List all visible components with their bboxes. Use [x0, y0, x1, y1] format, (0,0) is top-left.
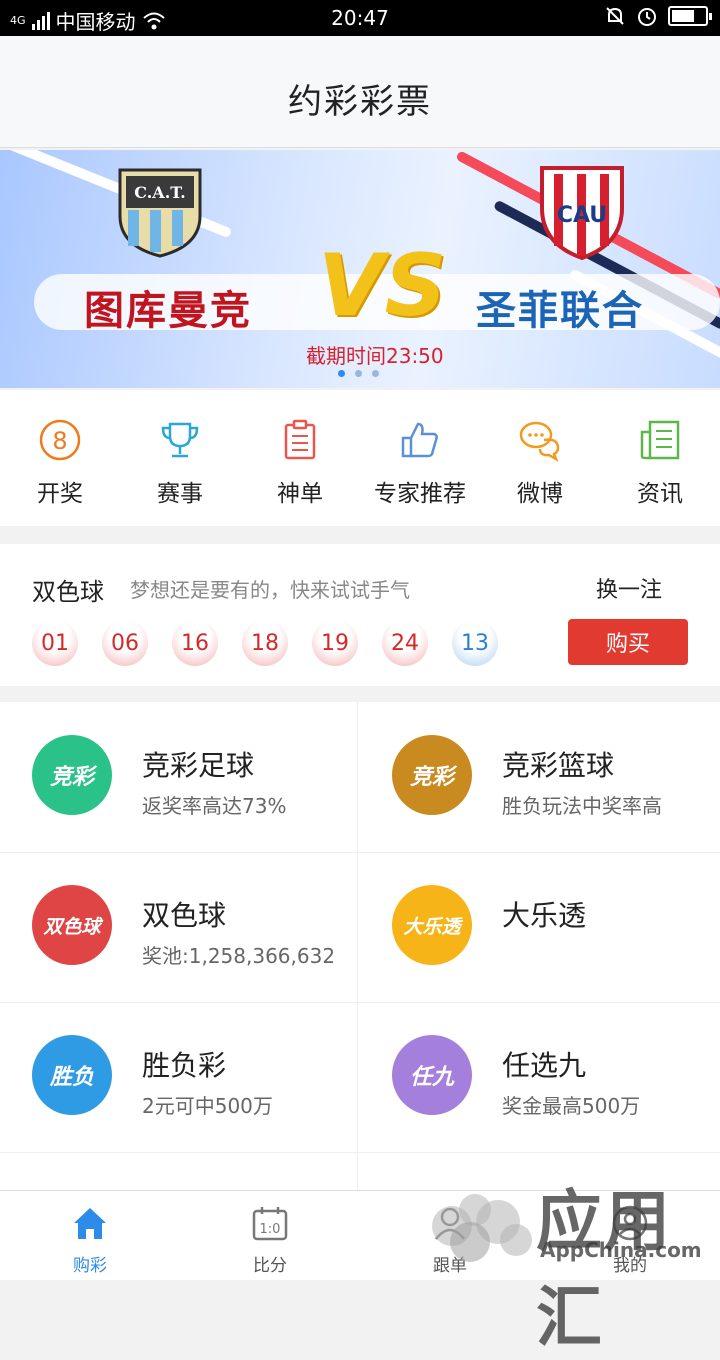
status-bar: 4G 中国移动 20:47 [0, 0, 720, 36]
mute-bell-icon [606, 7, 624, 25]
home-team-logo: C.A.T. [118, 168, 202, 258]
red-ball: 19 [312, 620, 358, 666]
carousel-indicator [338, 370, 379, 377]
tab-label: 购彩 [73, 1256, 107, 1276]
blue-ball: 13 [452, 620, 498, 666]
red-ball: 18 [242, 620, 288, 666]
quick-item-top-picks[interactable]: 神单 [240, 390, 360, 526]
news-icon [640, 420, 680, 460]
chat-bubbles-icon [519, 421, 560, 462]
game-subtitle: 奖金最高500万 [502, 1094, 641, 1118]
quick-item-lottery-results[interactable]: 8 开奖 [0, 390, 120, 526]
alarm-icon [638, 8, 656, 26]
quick-pick-slogan: 梦想还是要有的，快来试试手气 [130, 578, 410, 602]
svg-text:1:0: 1:0 [260, 1222, 281, 1237]
vs-label: VS [318, 236, 447, 336]
home-team-logo-text: C.A.T. [134, 183, 185, 202]
game-name: 大乐透 [502, 899, 587, 932]
watermark-subtext: AppChina.com [540, 1238, 702, 1262]
red-ball: 24 [382, 620, 428, 666]
match-banner[interactable]: C.A.T. CAU 图库曼竞 VS 圣菲联合 截期时间23:50 [0, 150, 720, 388]
quick-item-label: 开奖 [37, 481, 83, 507]
win-lose-game-icon: 胜负 [32, 1035, 112, 1115]
home-icon [74, 1208, 106, 1239]
red-ball: 06 [102, 620, 148, 666]
trophy-icon [161, 422, 199, 458]
game-subtitle: 胜负玩法中奖率高 [502, 794, 662, 818]
lottery-8-icon: 8 [39, 419, 81, 461]
quick-item-weibo[interactable]: 微博 [480, 390, 600, 526]
svg-text:8: 8 [52, 427, 67, 455]
page-title: 约彩彩票 [288, 82, 432, 122]
grid-divider [0, 1152, 720, 1153]
game-name: 竞彩足球 [142, 749, 255, 782]
away-team-name: 圣菲联合 [476, 287, 644, 334]
home-team-name: 图库曼竞 [84, 287, 252, 334]
game-item-super-lotto[interactable]: 大乐透 大乐透 [360, 852, 718, 1002]
tab-scores[interactable]: 1:0 比分 [180, 1191, 360, 1280]
quick-item-label: 资讯 [637, 481, 683, 507]
quick-entry-bar: 8 开奖 赛事 神单 专家推荐 微博 资讯 [0, 390, 720, 526]
change-numbers-button[interactable]: 换一注 [596, 572, 662, 604]
red-ball: 01 [32, 620, 78, 666]
quick-item-label: 专家推荐 [374, 481, 466, 507]
away-team-logo-text: CAU [557, 203, 607, 228]
game-item-win-lose[interactable]: 胜负 胜负彩 2元可中500万 [0, 1002, 358, 1152]
quick-item-label: 神单 [277, 481, 323, 507]
tab-buy-lottery[interactable]: 购彩 [0, 1191, 180, 1280]
quick-item-matches[interactable]: 赛事 [120, 390, 240, 526]
buy-button[interactable]: 购买 [568, 619, 688, 665]
double-color-game-icon: 双色球 [32, 885, 112, 965]
quick-pick-panel: 双色球 梦想还是要有的，快来试试手气 换一注 01 06 16 18 19 24… [0, 544, 720, 686]
football-game-icon: 竞彩 [32, 735, 112, 815]
basketball-game-icon: 竞彩 [392, 735, 472, 815]
deadline-text: 截期时间23:50 [306, 344, 444, 368]
battery-icon [668, 6, 712, 26]
quick-item-news[interactable]: 资讯 [600, 390, 720, 526]
watermark-text: 应用汇 [536, 1183, 672, 1356]
game-item-basketball[interactable]: 竞彩 竞彩篮球 胜负玩法中奖率高 [360, 702, 718, 852]
quick-item-label: 微博 [517, 481, 563, 507]
game-item-pick-nine[interactable]: 任九 任选九 奖金最高500万 [360, 1002, 718, 1152]
game-name: 竞彩篮球 [502, 749, 615, 782]
pick-nine-game-icon: 任九 [392, 1035, 472, 1115]
game-subtitle: 奖池:1,258,366,632 [142, 944, 336, 968]
clipboard-icon [284, 419, 316, 460]
quick-item-label: 赛事 [157, 481, 203, 507]
tab-label: 比分 [253, 1256, 287, 1276]
game-item-double-color[interactable]: 双色球 双色球 奖池:1,258,366,632 [0, 852, 358, 1002]
number-balls: 01 06 16 18 19 24 13 [32, 620, 498, 666]
super-lotto-game-icon: 大乐透 [392, 885, 472, 965]
game-item-football[interactable]: 竞彩 竞彩足球 返奖率高达73% [0, 702, 358, 852]
away-team-logo: CAU [540, 166, 624, 260]
game-name: 胜负彩 [142, 1049, 227, 1082]
game-name: 双色球 [142, 899, 227, 932]
game-grid: 竞彩 竞彩足球 返奖率高达73% 竞彩 竞彩篮球 胜负玩法中奖率高 双色球 双色… [0, 702, 720, 1190]
red-ball: 16 [172, 620, 218, 666]
thumbs-up-icon [401, 422, 438, 458]
score-calendar-icon: 1:0 [252, 1207, 288, 1241]
app-header: 约彩彩票 [0, 36, 720, 148]
quick-item-expert-picks[interactable]: 专家推荐 [360, 390, 480, 526]
quick-pick-game-name: 双色球 [32, 578, 104, 606]
game-subtitle: 2元可中500万 [142, 1094, 273, 1118]
game-subtitle: 返奖率高达73% [142, 794, 287, 818]
game-name: 任选九 [502, 1049, 587, 1082]
